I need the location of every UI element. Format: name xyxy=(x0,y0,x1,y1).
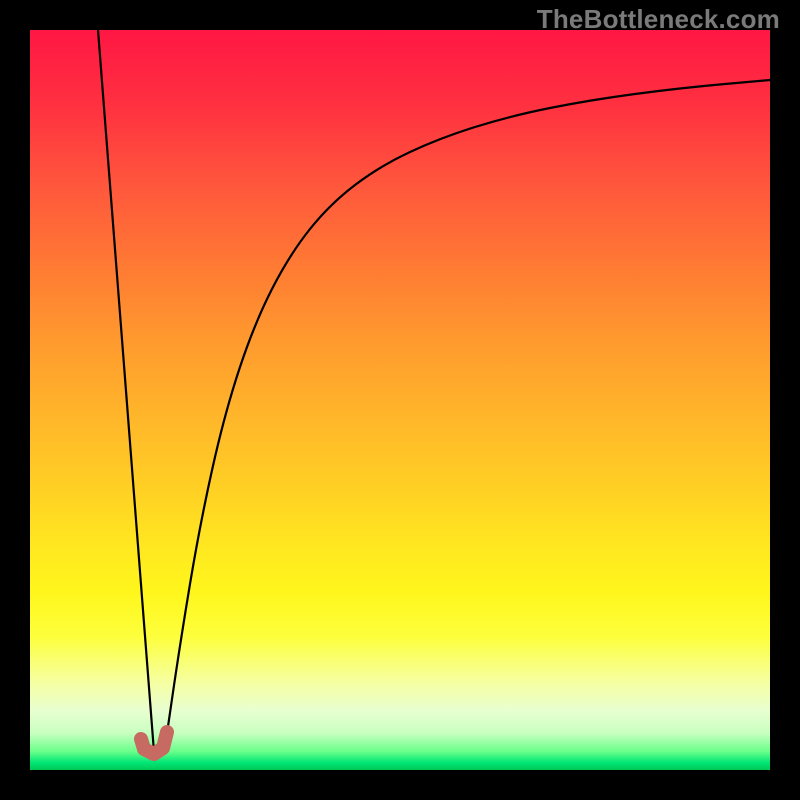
chart-frame: TheBottleneck.com xyxy=(0,0,800,800)
bottleneck-curve xyxy=(30,30,770,770)
watermark-text: TheBottleneck.com xyxy=(537,4,780,35)
